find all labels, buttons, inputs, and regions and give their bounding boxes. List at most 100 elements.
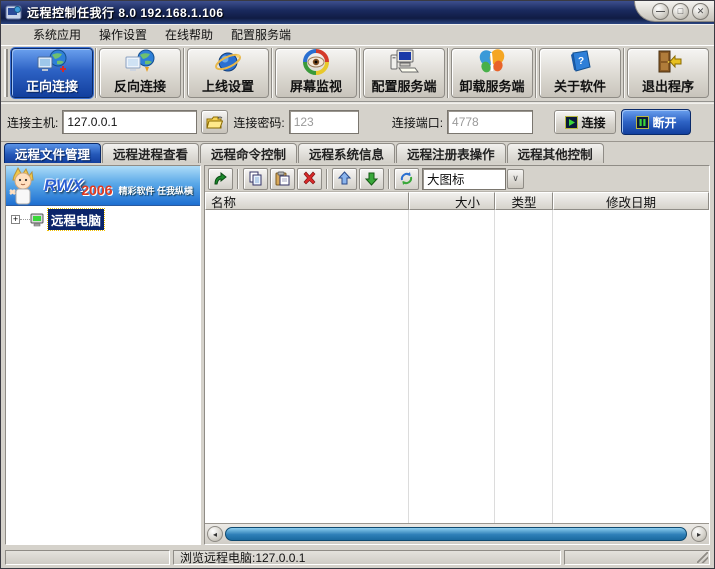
svg-text:?: ? [578, 56, 584, 67]
maximize-button[interactable]: □ [672, 3, 689, 20]
uninstall-server-button[interactable]: 卸载服务端 [451, 48, 533, 98]
tab-remote-other-control[interactable]: 远程其他控制 [507, 143, 604, 163]
screen-monitor-button[interactable]: 屏幕监视 [275, 48, 357, 98]
app-icon [5, 5, 22, 20]
status-panel-right [564, 550, 710, 565]
tab-remote-process-view[interactable]: 远程进程查看 [102, 143, 199, 163]
toolbar-separator [183, 48, 185, 98]
horizontal-scrollbar[interactable]: ◂ ▸ [205, 523, 709, 544]
toolbar-separator [359, 48, 361, 98]
brand-slogan: 精彩软件 任我纵横 [119, 184, 194, 197]
exit-button[interactable]: 退出程序 [627, 48, 709, 98]
scrollbar-thumb[interactable] [225, 527, 687, 541]
play-icon [565, 116, 578, 129]
about-label: 关于软件 [554, 76, 606, 95]
column-header-date[interactable]: 修改日期 [553, 192, 709, 210]
connect-button[interactable]: 连接 [554, 110, 616, 134]
column-header-size[interactable]: 大小 [409, 192, 495, 210]
close-button[interactable]: ✕ [692, 3, 709, 20]
delete-button[interactable] [297, 168, 322, 190]
toolbar-separator [388, 169, 390, 189]
main-area: RWX 2006 精彩软件 任我纵横 + 远程电脑 [1, 163, 714, 548]
tab-remote-file-manager[interactable]: 远程文件管理 [4, 143, 101, 163]
online-settings-button[interactable]: 上线设置 [187, 48, 269, 98]
port-input[interactable] [448, 111, 532, 133]
paste-button[interactable] [270, 168, 295, 190]
toolbar-separator [271, 48, 273, 98]
copy-button[interactable] [243, 168, 268, 190]
file-toolbar: 大图标 ∨ [205, 166, 709, 192]
reverse-connect-label: 反向连接 [114, 76, 166, 95]
exit-icon [654, 49, 682, 75]
main-toolbar: 正向连接 反向连接 [1, 46, 714, 103]
screen-monitor-icon [302, 49, 330, 75]
column-header-row: 名称 大小 类型 修改日期 [205, 192, 709, 210]
reverse-connect-icon [125, 49, 155, 75]
open-folder-icon [206, 116, 223, 129]
toolbar-grip [4, 49, 8, 97]
scroll-left-button[interactable]: ◂ [207, 526, 223, 542]
file-browser-panel: 大图标 ∨ 名称 大小 类型 修改日期 ◂ ▸ [204, 165, 710, 545]
uninstall-server-icon [477, 49, 507, 75]
disconnect-label: 断开 [653, 114, 677, 131]
minimize-button[interactable]: — [652, 3, 669, 20]
upload-button[interactable] [332, 168, 357, 190]
toolbar-separator [95, 48, 97, 98]
tree-item-remote-computer[interactable]: + 远程电脑 [8, 211, 198, 228]
brand-banner: RWX 2006 精彩软件 任我纵横 [6, 166, 200, 206]
brand-year: 2006 [81, 182, 112, 198]
password-input[interactable] [290, 111, 358, 133]
go-up-icon [213, 171, 228, 186]
status-panel-left [5, 550, 170, 565]
reverse-connect-button[interactable]: 反向连接 [99, 48, 181, 98]
connection-bar: 连接主机: 连接密码: 连接端口: 连接 [1, 103, 714, 142]
menu-settings[interactable]: 操作设置 [91, 24, 155, 45]
mascot-icon [6, 166, 40, 206]
tree-expander-icon[interactable]: + [11, 215, 20, 224]
sidebar-panel: RWX 2006 精彩软件 任我纵横 + 远程电脑 [5, 165, 201, 545]
screen-monitor-label: 屏幕监视 [290, 76, 342, 95]
copy-icon [248, 171, 263, 186]
forward-connect-button[interactable]: 正向连接 [11, 48, 93, 98]
pause-icon [636, 116, 649, 129]
menu-system[interactable]: 系统应用 [25, 24, 89, 45]
connect-label: 连接 [582, 114, 606, 131]
column-gridline [408, 210, 409, 523]
view-mode-dropdown-button[interactable]: ∨ [507, 169, 524, 189]
tab-remote-registry[interactable]: 远程注册表操作 [396, 143, 506, 163]
paste-icon [275, 171, 290, 186]
refresh-button[interactable] [394, 168, 419, 190]
title-bar: 远程控制任我行 8.0 192.168.1.106 — □ ✕ [1, 1, 714, 24]
tab-remote-command-control[interactable]: 远程命令控制 [200, 143, 297, 163]
column-header-type[interactable]: 类型 [495, 192, 553, 210]
toolbar-separator [535, 48, 537, 98]
password-label: 连接密码: [233, 114, 284, 131]
host-label: 连接主机: [7, 114, 58, 131]
disconnect-button[interactable]: 断开 [621, 109, 691, 135]
download-button[interactable] [359, 168, 384, 190]
delete-icon [302, 171, 317, 186]
remote-computer-tree: + 远程电脑 [6, 206, 200, 544]
window-title: 远程控制任我行 8.0 192.168.1.106 [27, 4, 224, 21]
host-input[interactable] [63, 111, 196, 133]
column-header-name[interactable]: 名称 [205, 192, 409, 210]
view-mode-select[interactable]: 大图标 [423, 169, 505, 189]
toolbar-separator [623, 48, 625, 98]
browse-hosts-button[interactable] [201, 110, 228, 134]
upload-icon [337, 171, 352, 186]
menu-help[interactable]: 在线帮助 [157, 24, 221, 45]
resize-grip[interactable] [697, 552, 708, 563]
toolbar-separator [326, 169, 328, 189]
chevron-down-icon: ∨ [512, 173, 519, 184]
tab-remote-system-info[interactable]: 远程系统信息 [298, 143, 395, 163]
tree-item-label[interactable]: 远程电脑 [48, 209, 104, 230]
online-settings-icon [214, 49, 242, 75]
menu-config-server[interactable]: 配置服务端 [223, 24, 299, 45]
configure-server-button[interactable]: 配置服务端 [363, 48, 445, 98]
configure-server-label: 配置服务端 [371, 76, 436, 95]
about-button[interactable]: ? 关于软件 [539, 48, 621, 98]
go-up-button[interactable] [208, 168, 233, 190]
refresh-icon [399, 171, 414, 186]
file-list[interactable] [205, 210, 709, 523]
scroll-right-button[interactable]: ▸ [691, 526, 707, 542]
